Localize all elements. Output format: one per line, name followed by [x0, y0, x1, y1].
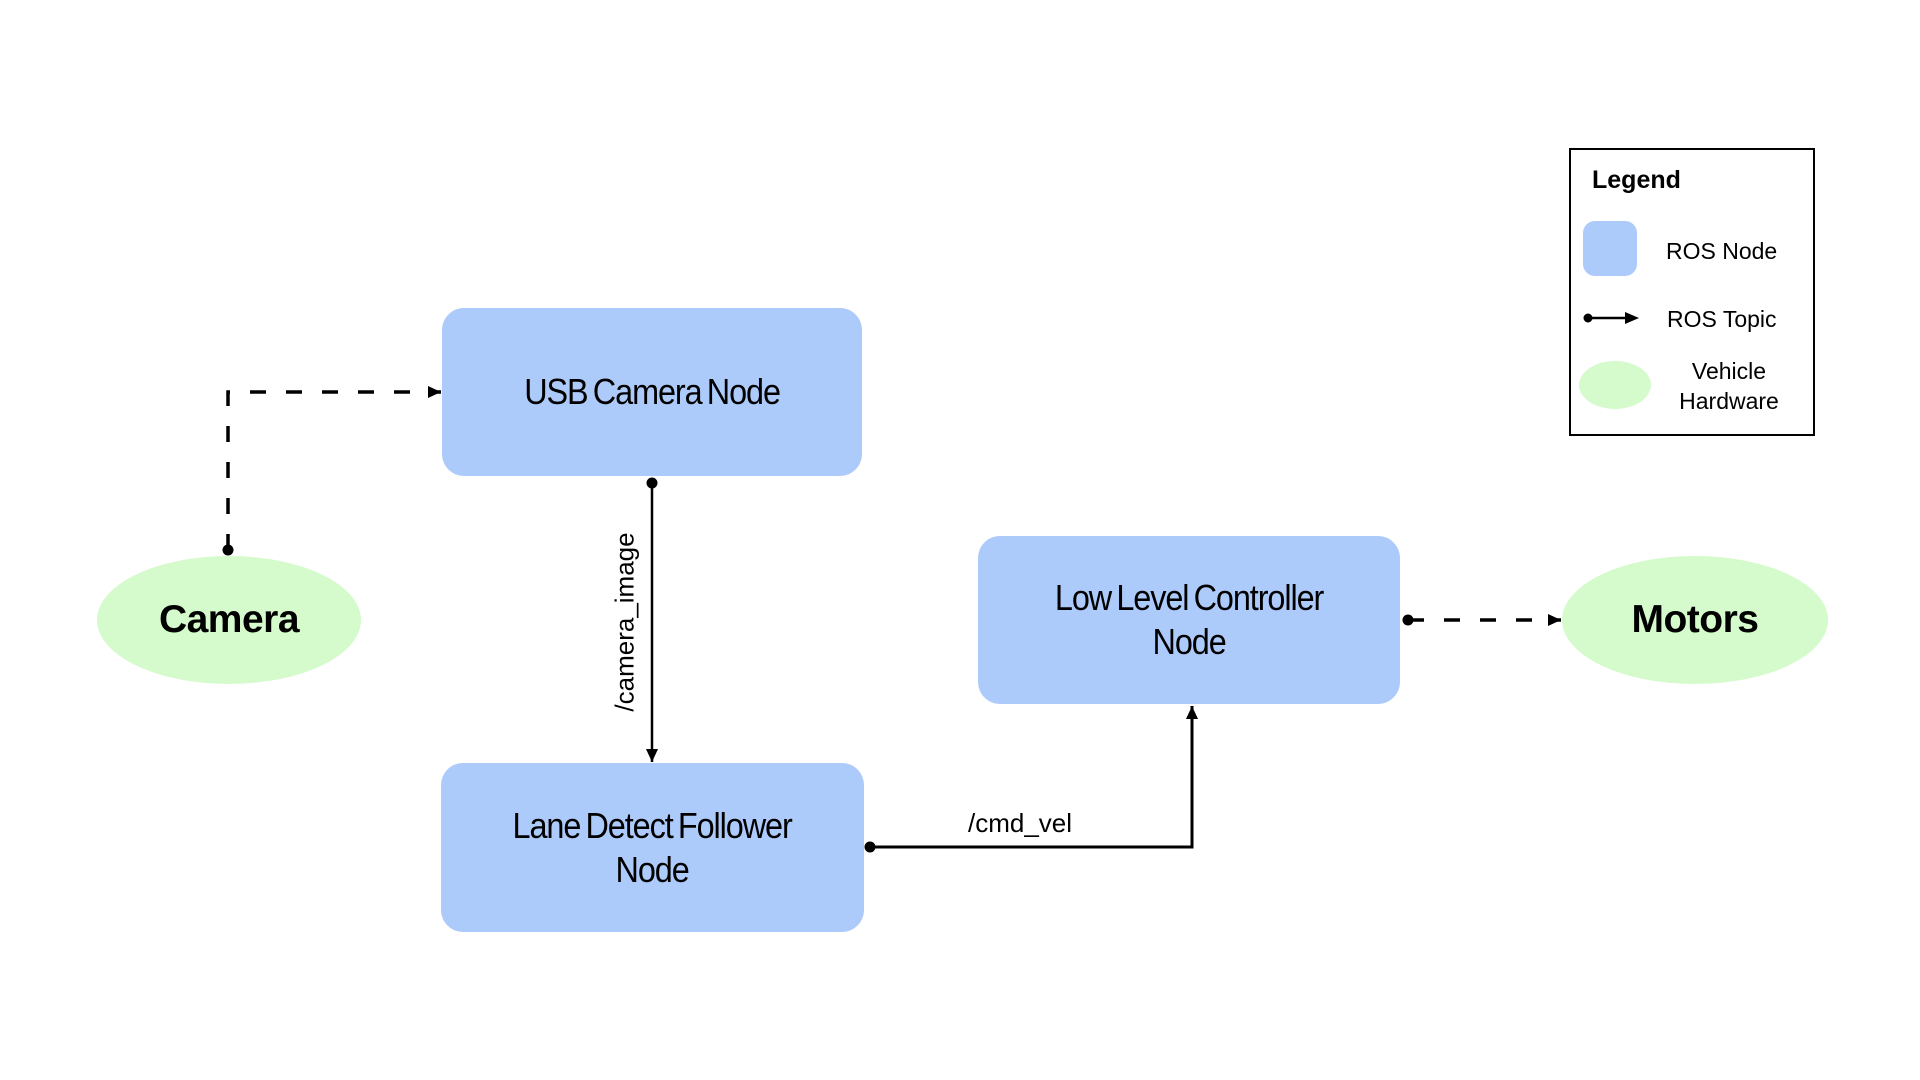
- camera-hardware[interactable]: Camera: [97, 556, 361, 684]
- hardware-label: Motors: [1631, 598, 1760, 641]
- connector-origin-dot: [1402, 614, 1414, 626]
- legend-title: Legend: [1592, 166, 1681, 194]
- topic-origin-dot: [864, 841, 876, 853]
- vehicle-hardware-swatch-icon: [1579, 361, 1651, 409]
- ros-node-swatch-icon: [1583, 221, 1637, 276]
- hardware-label: Camera: [158, 598, 300, 641]
- camera-to-usb-camera-link: [222, 386, 441, 556]
- motors-hardware[interactable]: Motors: [1562, 556, 1828, 684]
- usb-camera-node[interactable]: USB Camera Node: [442, 308, 862, 476]
- legend: Legend ROS Node ROS Topic Vehicle Hardwa…: [1569, 148, 1815, 436]
- connector-origin-dot: [222, 544, 234, 556]
- lane-detect-follower-node[interactable]: Lane Detect Follower Node: [441, 763, 864, 932]
- camera-image-topic-label: /camera_image: [609, 532, 640, 712]
- camera-image-topic-arrow[interactable]: [646, 477, 658, 763]
- node-label: Lane Detect Follower Node: [512, 804, 793, 890]
- node-label: USB Camera Node: [524, 371, 781, 412]
- legend-item-label: Vehicle Hardware: [1679, 358, 1779, 414]
- dashed-connector: [226, 386, 441, 550]
- controller-to-motors-link: [1402, 614, 1561, 626]
- legend-item-label: ROS Node: [1666, 238, 1778, 264]
- ros-architecture-diagram: USB Camera Node Lane Detect Follower Nod…: [0, 0, 1920, 1080]
- legend-item-label: ROS Topic: [1667, 306, 1777, 332]
- cmd-vel-topic-label: /cmd_vel: [968, 808, 1073, 838]
- node-label: Low Level Controller Node: [1054, 577, 1324, 662]
- low-level-controller-node[interactable]: Low Level Controller Node: [978, 536, 1400, 704]
- topic-origin-dot: [646, 477, 658, 489]
- ros-topic-arrow-icon: [1583, 312, 1639, 324]
